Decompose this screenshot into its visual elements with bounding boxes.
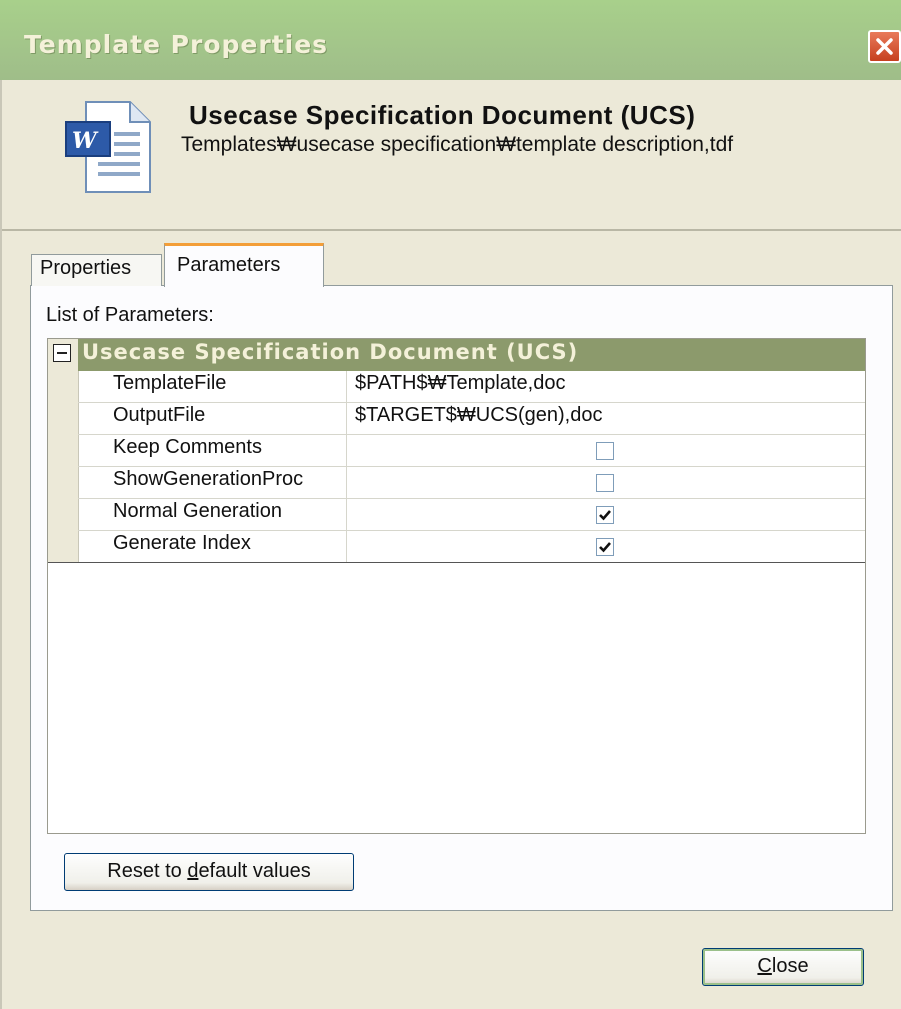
tab-parameters[interactable]: Parameters	[164, 243, 324, 287]
param-value[interactable]: $TARGET$₩UCS(gen),doc	[355, 404, 602, 427]
tab-properties[interactable]: Properties	[31, 254, 162, 286]
group-title: Usecase Specification Document (UCS)	[82, 340, 579, 364]
show-generation-process-checkbox[interactable]	[596, 474, 614, 492]
checkmark-icon	[599, 542, 611, 553]
param-name: TemplateFile	[113, 372, 227, 394]
cell-divider	[346, 435, 347, 467]
close-icon[interactable]	[868, 30, 901, 63]
cell-divider	[346, 467, 347, 499]
word-document-icon: W	[64, 98, 158, 196]
close-label-post: lose	[771, 955, 809, 977]
grid-indent-column	[48, 339, 79, 563]
close-label-accel: C	[757, 955, 772, 977]
title-bar[interactable]: Template Properties	[0, 0, 901, 80]
param-value[interactable]: $PATH$₩Template,doc	[355, 372, 565, 395]
cell-divider	[346, 403, 347, 435]
param-name: OutputFile	[113, 404, 206, 426]
list-of-parameters-label: List of Parameters:	[46, 304, 214, 326]
keep-comments-checkbox[interactable]	[596, 442, 614, 460]
reset-defaults-button[interactable]: Reset to default values	[64, 853, 354, 891]
cell-divider	[346, 499, 347, 531]
reset-label-post: efault values	[198, 860, 311, 882]
checkmark-icon	[599, 510, 611, 521]
normal-generation-checkbox[interactable]	[596, 506, 614, 524]
window-title: Template Properties	[24, 30, 329, 59]
close-button[interactable]: Close	[702, 948, 864, 986]
cell-divider	[346, 531, 347, 563]
collapse-icon[interactable]	[53, 344, 71, 362]
param-name: ShowGenerationProc	[113, 468, 304, 490]
document-title: Usecase Specification Document (UCS)	[189, 100, 696, 130]
generate-index-checkbox[interactable]	[596, 538, 614, 556]
cell-divider	[346, 371, 347, 403]
param-name: Normal Generation	[113, 500, 282, 522]
reset-label-pre: Reset to	[107, 860, 188, 882]
param-name: Generate Index	[113, 532, 251, 554]
param-name: Keep Comments	[113, 436, 262, 458]
document-path: Templates₩usecase specification₩template…	[181, 133, 734, 156]
svg-text:W: W	[72, 128, 99, 154]
reset-label-accel: d	[187, 860, 199, 882]
grid-bottom-line	[48, 562, 865, 563]
